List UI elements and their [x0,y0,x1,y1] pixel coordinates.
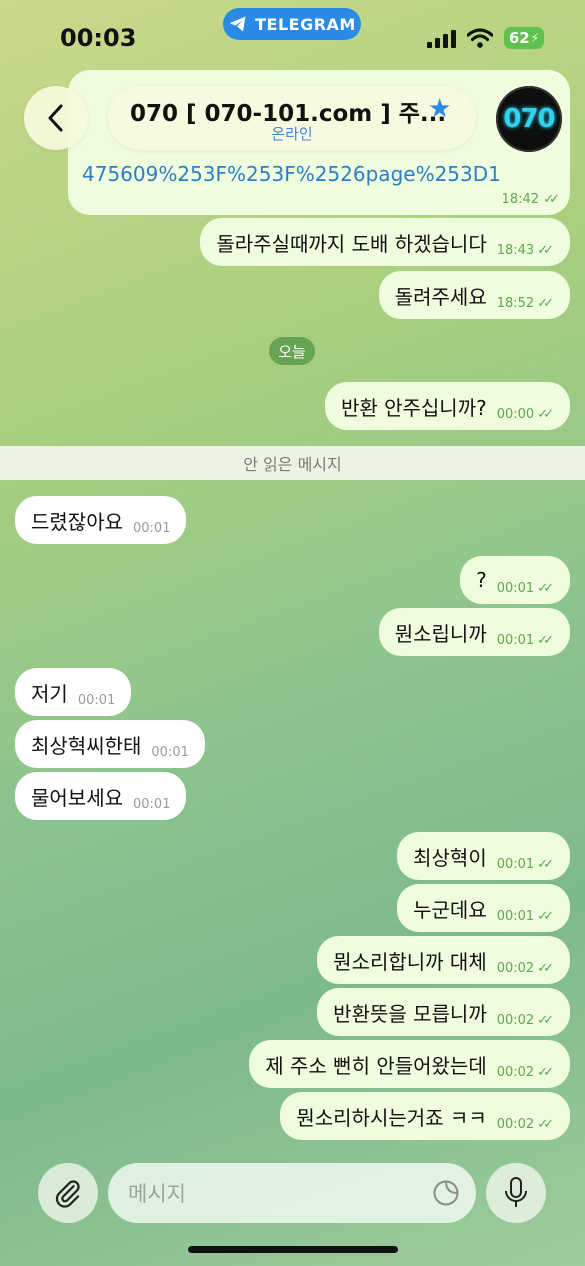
message-time: 00:01 [133,796,171,812]
chevron-left-icon [48,104,63,132]
message-time: 00:02 [496,1012,535,1028]
message-bubble[interactable]: 뭔소립니까 00:01 ✓✓ [378,608,570,656]
message-time: 00:01 [496,908,535,924]
message-text: 뭔소리합니까 대체 [333,949,487,974]
sticker-icon[interactable] [432,1179,460,1207]
double-check-icon: ✓✓ [537,1064,554,1080]
avatar-text: 070 [503,104,555,134]
message-input[interactable]: 메시지 [108,1163,476,1223]
message-text: 누군데요 [413,897,487,922]
double-check-icon: ✓✓ [537,1012,554,1028]
telegram-pill[interactable]: TELEGRAM [223,8,361,40]
charging-bolt-icon: ⚡ [530,31,540,45]
message-meta: 00:02 ✓✓ [497,961,554,976]
double-check-icon: ✓✓ [537,908,554,924]
message-time: 00:01 [133,520,171,536]
message-text: 뭔소립니까 [394,621,487,646]
message-meta: 00:02 ✓✓ [497,1117,554,1132]
message-bubble[interactable]: 뭔소리하시는거죠 ㅋㅋ 00:02 ✓✓ [280,1092,570,1140]
message-meta: 00:00 ✓✓ [497,407,554,422]
message-bubble[interactable]: 반환 안주십니까? 00:00 ✓✓ [324,382,570,430]
message-time: 00:01 [151,744,189,760]
message-meta: 18:52 ✓✓ [497,296,554,311]
message-time: 00:02 [496,1064,535,1080]
message-time: 00:01 [496,580,535,596]
message-time: 00:02 [496,960,535,976]
message-bubble[interactable]: 뭔소리합니까 대체 00:02 ✓✓ [317,936,570,984]
chat-header[interactable]: 070 [ 070-101.com ] 주... ★ 온라인 [108,86,476,150]
message-bubble[interactable]: 물어보세요 00:01 [15,772,187,820]
message-time: 18:42 [501,192,540,207]
star-icon: ★ [428,94,452,124]
back-button[interactable] [24,86,88,150]
message-text: 돌려주세요 [394,284,487,309]
message-meta: 18:43 ✓✓ [497,243,554,258]
message-time: 00:02 [496,1116,535,1132]
date-separator: 오늘 [269,337,315,365]
message-text: 반환뜻을 모릅니까 [333,1001,487,1026]
double-check-icon: ✓✓ [537,960,554,976]
message-text: 반환 안주십니까? [340,395,487,420]
paperclip-icon [55,1180,80,1208]
message-input-placeholder: 메시지 [128,1182,186,1206]
microphone-button[interactable] [486,1163,546,1223]
message-time: 00:01 [496,856,535,872]
message-time: 18:43 [496,242,535,258]
message-bubble[interactable]: 제 주소 뻔히 안들어왔는데 00:02 ✓✓ [249,1040,570,1088]
double-check-icon: ✓✓ [537,295,554,311]
double-check-icon: ✓✓ [537,580,554,596]
message-bubble[interactable]: 최상혁씨한태 00:01 [15,720,205,768]
link-message-url[interactable]: 475609%253F%253F%2526page%253D1 [82,162,501,186]
message-bubble[interactable]: 돌라주실때까지 도배 하겠습니다 18:43 ✓✓ [200,218,570,266]
message-bubble[interactable]: 누군데요 00:01 ✓✓ [397,884,570,932]
message-time: 00:01 [496,632,535,648]
status-time: 00:03 [60,24,137,52]
chat-status: 온라인 [271,125,313,143]
message-text: 드렸잖아요 [31,509,123,534]
message-meta: 00:02 ✓✓ [497,1065,554,1080]
double-check-icon: ✓✓ [537,856,554,872]
message-text: 뭔소리하시는거죠 ㅋㅋ [296,1105,487,1130]
message-text: 최상혁이 [413,845,487,870]
message-meta: 18:42 ✓✓ [502,192,560,207]
home-indicator [188,1246,398,1253]
message-bubble[interactable]: 저기 00:01 [15,668,132,716]
message-bubble[interactable]: 드렸잖아요 00:01 [15,496,187,544]
message-text: 물어보세요 [31,785,123,810]
message-time: 18:52 [496,295,535,311]
message-text: ? [476,568,487,592]
message-text: 저기 [31,681,68,706]
microphone-icon [505,1177,527,1207]
message-meta: 00:02 ✓✓ [497,1013,554,1028]
message-meta: 00:01 ✓✓ [497,857,554,872]
message-time: 00:01 [77,692,116,708]
message-text: 최상혁씨한태 [31,733,142,758]
double-check-icon: ✓✓ [537,406,554,422]
message-time: 00:00 [496,406,535,422]
message-meta: 00:01 ✓✓ [497,633,554,648]
double-check-icon: ✓✓ [537,242,554,258]
signal-icon [427,30,456,48]
message-text: 제 주소 뻔히 안들어왔는데 [265,1053,487,1078]
battery-level: 62 [508,29,530,47]
message-bubble[interactable]: 최상혁이 00:01 ✓✓ [397,832,570,880]
attach-button[interactable] [38,1163,98,1223]
avatar[interactable]: 070 [496,86,562,152]
message-bubble[interactable]: 돌려주세요 18:52 ✓✓ [378,271,570,319]
telegram-pill-label: TELEGRAM [255,14,356,34]
unread-separator: 안 읽은 메시지 [0,446,585,480]
battery-indicator: 62 ⚡ [504,27,544,49]
message-text: 돌라주실때까지 도배 하겠습니다 [216,231,487,256]
telegram-plane-icon [229,16,246,32]
message-meta: 00:01 ✓✓ [497,909,554,924]
double-check-icon: ✓✓ [537,1116,554,1132]
double-check-icon: ✓✓ [537,632,554,648]
double-check-icon: ✓✓ [543,192,560,207]
message-bubble[interactable]: 반환뜻을 모릅니까 00:02 ✓✓ [317,988,570,1036]
message-meta: 00:01 ✓✓ [497,581,554,596]
wifi-icon [467,28,493,48]
message-bubble[interactable]: ? 00:01 ✓✓ [460,556,570,604]
